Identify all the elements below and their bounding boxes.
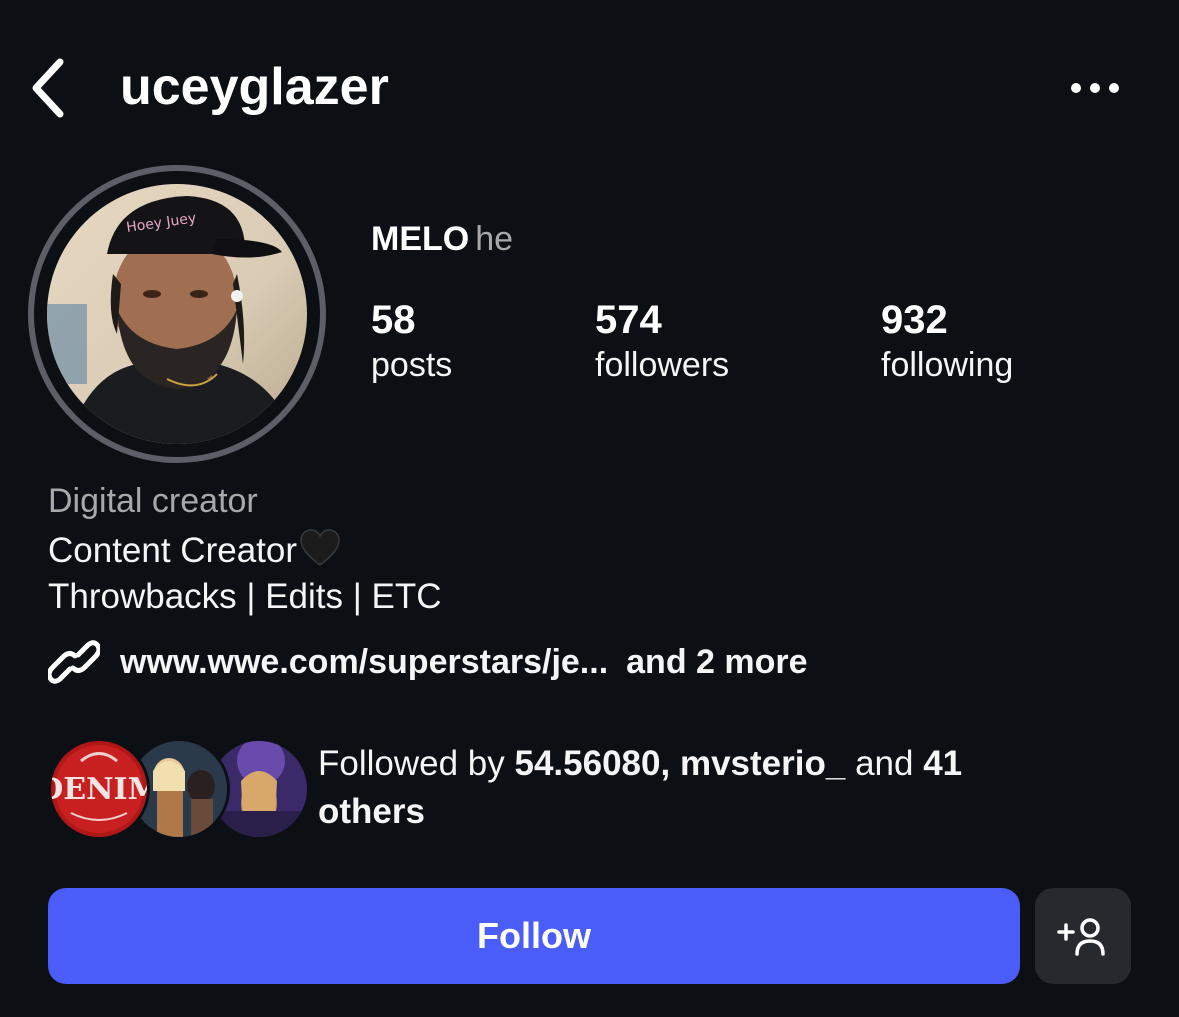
svg-text:DENIM: DENIM — [51, 772, 147, 807]
mutual-others: others — [318, 792, 425, 831]
back-button[interactable] — [24, 54, 72, 122]
followers-label: followers — [595, 346, 730, 384]
profile-username: uceyglazer — [120, 58, 389, 116]
link-more[interactable]: and 2 more — [626, 643, 807, 682]
bio-line-1: Content Creator — [48, 529, 341, 576]
posts-stat[interactable]: 58 posts — [371, 297, 452, 387]
name-line: MELO he — [371, 219, 513, 259]
posts-count: 58 — [371, 298, 416, 342]
bio-text-1: Content Creator — [48, 531, 298, 570]
add-person-icon — [1057, 918, 1105, 956]
link-url[interactable]: www.wwe.com/superstars/je... — [120, 643, 608, 682]
mutual-avatar-1: DENIM — [48, 738, 150, 840]
bio-line-2: Throwbacks | Edits | ETC — [48, 577, 442, 616]
followers-count: 574 — [595, 298, 662, 342]
mutual-user-2[interactable]: mvsterio_ — [680, 744, 845, 783]
followed-by-prefix: Followed by — [318, 744, 505, 783]
pronouns: he — [475, 220, 514, 258]
profile-photo: Hoey Juey — [47, 184, 307, 444]
mutual-count: 41 — [923, 744, 963, 783]
posts-label: posts — [371, 346, 453, 384]
chevron-left-icon — [32, 58, 64, 118]
mutual-user-1[interactable]: 54.56080 — [515, 744, 661, 783]
mutual-followers-avatars[interactable]: DENIM — [48, 738, 310, 840]
following-count: 932 — [881, 298, 948, 342]
more-options-button[interactable] — [1060, 64, 1130, 112]
follow-button[interactable]: Follow — [48, 888, 1020, 984]
mutual-and: and — [855, 744, 914, 783]
following-stat[interactable]: 932 following — [881, 297, 1013, 387]
followed-by-text[interactable]: Followed by 54.56080, mvsterio_ and 41 o… — [318, 740, 1118, 836]
black-heart-icon — [299, 529, 341, 576]
link-icon — [48, 640, 100, 684]
more-horizontal-icon — [1071, 83, 1119, 93]
suggested-users-button[interactable] — [1035, 888, 1131, 984]
followers-stat[interactable]: 574 followers — [595, 297, 729, 387]
mutual-separator: , — [660, 744, 671, 783]
profile-category: Digital creator — [48, 482, 258, 520]
display-name: MELO — [371, 220, 470, 258]
profile-link[interactable]: www.wwe.com/superstars/je... and 2 more — [48, 636, 808, 688]
profile-avatar[interactable]: Hoey Juey — [47, 184, 307, 444]
following-label: following — [881, 346, 1014, 384]
